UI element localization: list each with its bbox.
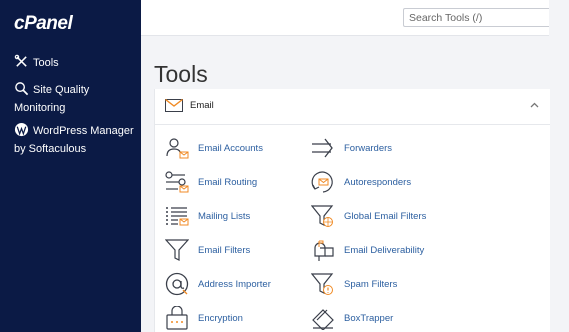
cpanel-logo[interactable]: cPanel: [14, 13, 73, 35]
tool-forwarders[interactable]: Forwarders: [311, 136, 461, 162]
tools-icon: [14, 54, 27, 67]
mailing-list-icon: [166, 207, 189, 226]
tool-autoresponders[interactable]: Autoresponders: [311, 170, 461, 196]
envelope-icon: [165, 99, 183, 112]
email-section-panel: Email Email Accounts Forwarders Email Ro…: [154, 89, 550, 332]
tool-boxtrapper[interactable]: BoxTrapper: [311, 306, 461, 332]
email-section-header[interactable]: Email: [155, 89, 550, 125]
chevron-up-icon[interactable]: [530, 102, 539, 108]
autoresponder-icon: [311, 171, 333, 193]
tool-address-importer[interactable]: Address Importer: [165, 272, 315, 298]
tool-label: Global Email Filters: [344, 211, 427, 222]
filter-icon: [165, 239, 189, 261]
tool-global-email-filters[interactable]: Global Email Filters: [311, 204, 461, 230]
wordpress-icon: [14, 122, 29, 137]
search-tools-input[interactable]: [403, 8, 549, 27]
tool-label: Mailing Lists: [198, 211, 251, 222]
tool-mailing-lists[interactable]: Mailing Lists: [165, 204, 315, 230]
lock-icon: [166, 306, 188, 330]
tool-encryption[interactable]: Encryption: [165, 306, 315, 332]
sidebar-item-label: Tools: [33, 57, 59, 69]
tool-label: Encryption: [198, 313, 243, 324]
sidebar-item-tools[interactable]: Tools: [14, 54, 59, 72]
magnifier-icon: [15, 82, 29, 96]
tool-label: BoxTrapper: [344, 313, 394, 324]
tool-email-routing[interactable]: Email Routing: [165, 170, 315, 196]
tool-label: Email Filters: [198, 245, 251, 256]
section-title: Email: [190, 100, 214, 111]
top-bar: [141, 0, 549, 36]
tool-label: Address Importer: [198, 279, 271, 290]
at-sign-icon: [165, 272, 189, 296]
tool-label: Autoresponders: [344, 177, 412, 188]
tool-label: Email Accounts: [198, 143, 263, 154]
sidebar: cPanel Tools Site Quality Monitoring Wor…: [0, 0, 141, 332]
global-filter-icon: [311, 205, 334, 227]
main-content: Tools Email Email Accounts: [141, 0, 569, 332]
mailbox-icon: [314, 240, 334, 261]
sidebar-item-site-quality-monitoring[interactable]: Site Quality Monitoring: [14, 81, 134, 117]
tool-email-accounts[interactable]: Email Accounts: [165, 136, 315, 162]
page-title: Tools: [154, 61, 208, 88]
sidebar-item-label: WordPress Manager by Softaculous: [14, 125, 134, 155]
routing-icon: [165, 171, 189, 193]
forward-arrow-icon: [312, 138, 333, 158]
tool-label: Spam Filters: [344, 279, 398, 290]
tool-email-filters[interactable]: Email Filters: [165, 238, 315, 264]
spam-filter-icon: [311, 273, 334, 295]
tool-spam-filters[interactable]: Spam Filters: [311, 272, 461, 298]
tool-email-deliverability[interactable]: Email Deliverability: [311, 238, 461, 264]
tool-label: Email Deliverability: [344, 245, 425, 256]
tool-label: Email Routing: [198, 177, 258, 188]
user-envelope-icon: [166, 138, 189, 159]
sidebar-item-wordpress-manager[interactable]: WordPress Manager by Softaculous: [14, 122, 134, 158]
box-trap-icon: [312, 309, 334, 330]
tool-label: Forwarders: [344, 143, 393, 154]
